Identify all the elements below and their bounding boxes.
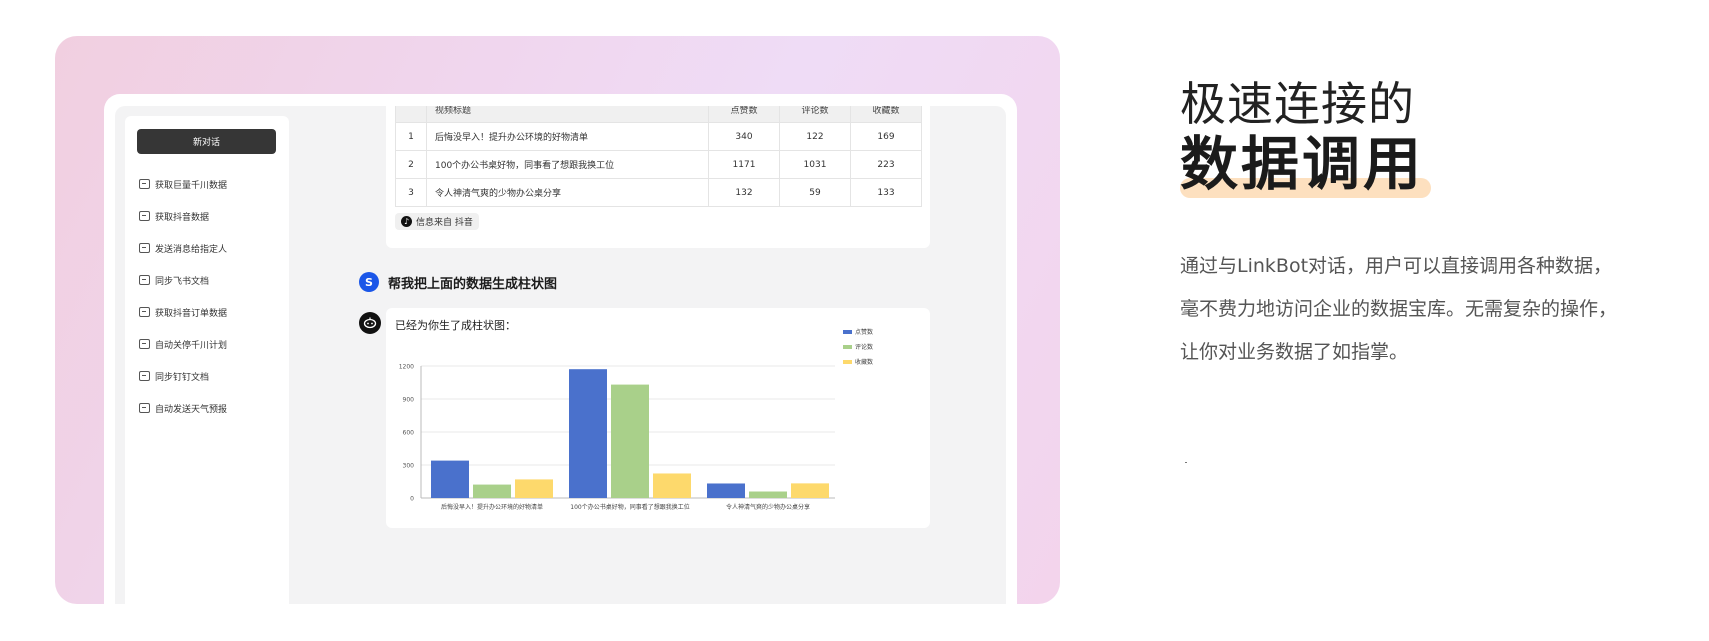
table-header: 视频标题 (426, 106, 709, 123)
table-cell: 132 (708, 178, 780, 207)
user-avatar: S (359, 272, 379, 292)
chat-bubble-icon (139, 371, 150, 381)
table-cell: 2 (395, 150, 427, 179)
table-header-row: 视频标题 点赞数 评论数 收藏数 (395, 106, 922, 123)
bar (569, 369, 607, 498)
y-tick-label: 0 (410, 496, 414, 503)
sidebar-item-label: 同步飞书文档 (155, 276, 210, 287)
table-row: 2 100个办公书桌好物，同事看了想跟我换工位 1171 1031 223 (395, 150, 922, 179)
table-cell: 100个办公书桌好物，同事看了想跟我换工位 (426, 150, 709, 179)
table-cell: 59 (779, 178, 851, 207)
bar (473, 484, 511, 498)
app-window: 新对话 获取巨量千川数据 获取抖音数据 发送消息给指定人 同步飞书文档 获取抖音… (115, 106, 1006, 604)
chat-bubble-icon (139, 403, 150, 413)
user-message: S 帮我把上面的数据生成柱状图 (359, 272, 557, 292)
sidebar-item-label: 自动关停千川计划 (155, 340, 228, 351)
hero-description: 通过与LinkBot对话，用户可以直接调用各种数据，毫不费力地访问企业的数据宝库… (1180, 255, 1618, 363)
y-tick-label: 600 (403, 430, 415, 437)
table-cell: 3 (395, 178, 427, 207)
bar (749, 491, 787, 498)
legend-swatch (843, 360, 852, 364)
table-cell: 1171 (708, 150, 780, 179)
data-table: 视频标题 点赞数 评论数 收藏数 1 后悔没早入！提升办公环境的好物清单 340 (395, 106, 922, 207)
hero-headline-line1: 极速连接的 (1180, 77, 1415, 131)
chat-bubble-icon (139, 275, 150, 285)
source-chip[interactable]: ♪ 信息来自 抖音 (395, 213, 479, 230)
sidebar-item-label: 获取抖音数据 (155, 212, 210, 223)
table-header: 点赞数 (708, 106, 780, 123)
bar (707, 483, 745, 498)
x-tick-label: 令人神清气爽的少物办公桌分享 (726, 503, 810, 511)
chat-main: 视频标题 点赞数 评论数 收藏数 1 后悔没早入！提升办公环境的好物清单 340 (289, 106, 1006, 604)
legend-label: 收藏数 (855, 358, 873, 366)
table-cell: 1 (395, 122, 427, 151)
sidebar-item[interactable]: 同步钉钉文档 (139, 360, 227, 392)
table-cell: 133 (850, 178, 922, 207)
bar (653, 473, 691, 498)
sidebar-list: 获取巨量千川数据 获取抖音数据 发送消息给指定人 同步飞书文档 获取抖音订单数据… (139, 168, 227, 424)
table-cell: 令人神清气爽的少物办公桌分享 (426, 178, 709, 207)
sidebar-item-label: 获取巨量千川数据 (155, 180, 228, 191)
legend-swatch (843, 345, 852, 349)
legend-swatch (843, 330, 852, 334)
chat-bubble-icon (139, 211, 150, 221)
sidebar-item[interactable]: 获取巨量千川数据 (139, 168, 227, 200)
table-header: 评论数 (779, 106, 851, 123)
table-cell: 1031 (779, 150, 851, 179)
sidebar-item[interactable]: 自动发送天气预报 (139, 392, 227, 424)
source-label: 信息来自 抖音 (416, 218, 473, 228)
table-cell: 223 (850, 150, 922, 179)
legend-label: 评论数 (855, 343, 873, 351)
user-message-text: 帮我把上面的数据生成柱状图 (388, 276, 558, 292)
table-row: 1 后悔没早入！提升办公环境的好物清单 340 122 169 (395, 122, 922, 151)
table-message-card: 视频标题 点赞数 评论数 收藏数 1 后悔没早入！提升办公环境的好物清单 340 (386, 106, 930, 248)
sidebar-item-label: 自动发送天气预报 (155, 404, 228, 415)
y-tick-label: 300 (403, 463, 415, 470)
sidebar-item[interactable]: 发送消息给指定人 (139, 232, 227, 264)
showcase-card: 新对话 获取巨量千川数据 获取抖音数据 发送消息给指定人 同步飞书文档 获取抖音… (55, 36, 1060, 604)
table-cell: 122 (779, 122, 851, 151)
chart-message-card: 已经为你生了成柱状图： 0 300 600 900 1200 后悔没早入！提升办公环境的好… (386, 308, 930, 528)
sidebar-item-label: 同步钉钉文档 (155, 372, 210, 383)
sidebar-item-label: 发送消息给指定人 (155, 244, 228, 255)
sidebar-item[interactable]: 自动关停千川计划 (139, 328, 227, 360)
y-tick-label: 900 (403, 397, 415, 404)
chat-bubble-icon (139, 307, 150, 317)
x-tick-label: 后悔没早入！提升办公环境的好物清单 (441, 503, 543, 511)
y-tick-label: 1200 (399, 364, 414, 371)
table-header (395, 106, 427, 123)
bar (791, 483, 829, 498)
sidebar-item[interactable]: 同步飞书文档 (139, 264, 227, 296)
app-frame: 新对话 获取巨量千川数据 获取抖音数据 发送消息给指定人 同步飞书文档 获取抖音… (104, 94, 1017, 604)
hero-headline-line2: 数据调用 (1180, 130, 1425, 198)
sidebar-item[interactable]: 获取抖音订单数据 (139, 296, 227, 328)
table-cell: 340 (708, 122, 780, 151)
table-cell: 169 (850, 122, 922, 151)
sidebar: 新对话 获取巨量千川数据 获取抖音数据 发送消息给指定人 同步飞书文档 获取抖音… (125, 116, 289, 604)
bar-chart: 0 300 600 900 1200 后悔没早入！提升办公环境的好物清单 100个办公书桌好… (399, 328, 873, 511)
chat-bubble-icon (139, 339, 150, 349)
sidebar-item-label: 获取抖音订单数据 (155, 308, 228, 319)
bar (431, 460, 469, 498)
bar (611, 384, 649, 498)
table-cell: 后悔没早入！提升办公环境的好物清单 (426, 122, 709, 151)
bot-avatar (359, 312, 381, 334)
hero-headline-line2-wrap: 数据调用 (1180, 130, 1431, 198)
sidebar-item[interactable]: 获取抖音数据 (139, 200, 227, 232)
robot-icon (363, 317, 377, 329)
bar (515, 479, 553, 498)
table-row: 3 令人神清气爽的少物办公桌分享 132 59 133 (395, 178, 922, 207)
chat-bubble-icon (139, 243, 150, 253)
chat-bubble-icon (139, 179, 150, 189)
table-header: 收藏数 (850, 106, 922, 123)
x-tick-label: 100个办公书桌好物，同事看了想跟我换工位 (570, 503, 689, 511)
tiktok-icon: ♪ (401, 216, 412, 227)
legend-label: 点赞数 (855, 328, 873, 336)
decorative-dot (1185, 462, 1187, 463)
new-chat-button[interactable]: 新对话 (137, 129, 276, 154)
